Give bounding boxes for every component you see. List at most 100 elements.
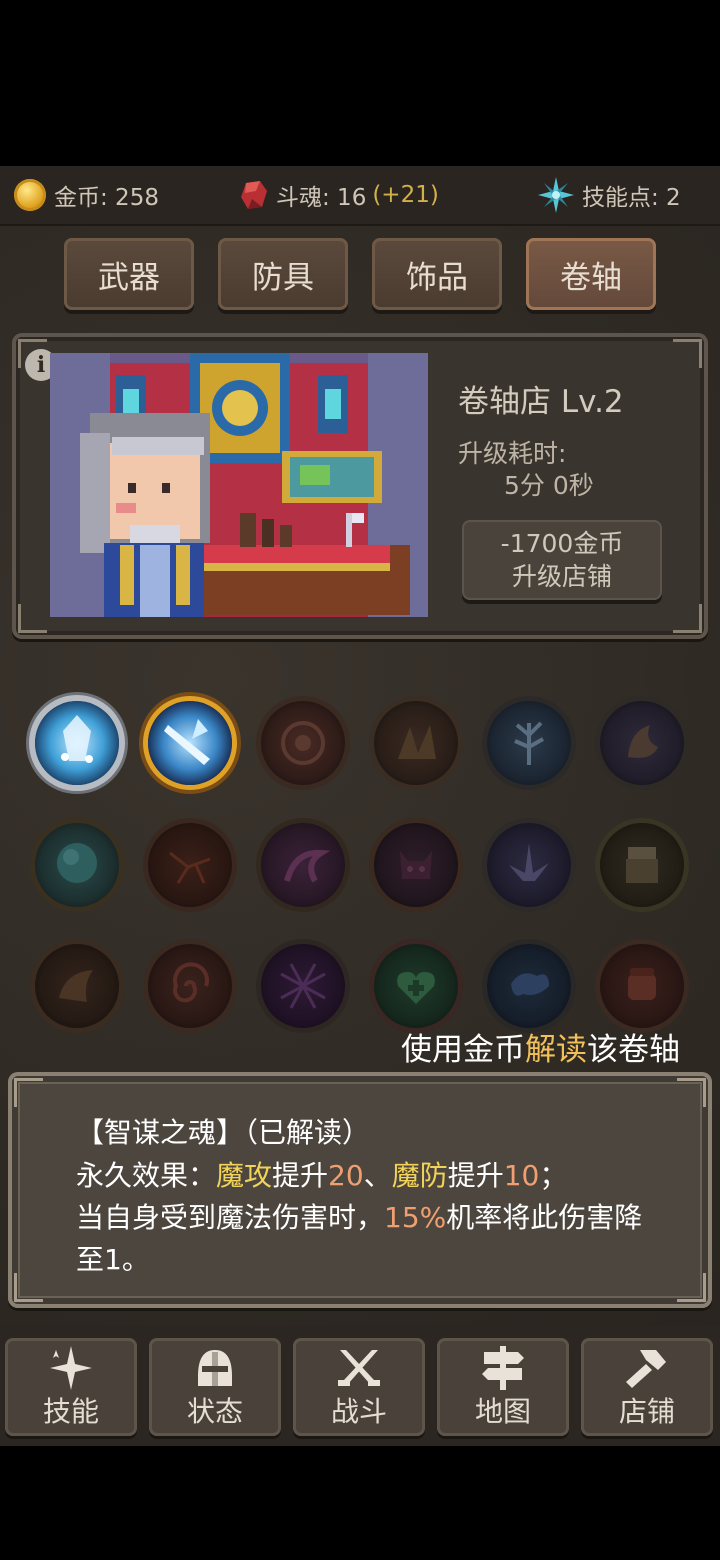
skill-swirl[interactable]	[148, 944, 232, 1028]
dragon-fire-icon	[628, 725, 658, 758]
horn-icon	[59, 970, 93, 1002]
skill-lightning-strike[interactable]	[148, 701, 232, 785]
raise-text: 提升	[447, 1159, 504, 1192]
hint-suffix: 该卷轴	[587, 1032, 680, 1068]
condition-text: 当自身受到魔法伤害时，	[76, 1201, 385, 1234]
shop-name: 卷轴店 Lv.2	[458, 384, 624, 420]
skill-storm[interactable]	[487, 944, 571, 1028]
skill-horn[interactable]	[35, 944, 119, 1028]
scroll-title: 【智谋之魂】（已解读）	[76, 1116, 371, 1149]
magic-attack-stat: 魔攻	[216, 1159, 273, 1192]
magic-attack-value: 20	[328, 1159, 364, 1192]
sparkle-icon	[50, 1346, 92, 1390]
soul-gem-icon	[241, 181, 267, 209]
skill-frost-tree[interactable]	[487, 701, 571, 785]
panel-corner	[673, 604, 702, 633]
effect-line-3: 至1。	[76, 1243, 150, 1276]
lightning-strike-icon	[164, 719, 210, 765]
crystal-burst-icon	[509, 843, 549, 881]
scroll-shop-keeper-image	[50, 353, 428, 617]
skillpoint-star-icon	[538, 177, 574, 213]
swirl-icon	[173, 962, 209, 1003]
soul-label: 斗魂: 16	[276, 185, 367, 211]
frost-tree-icon	[514, 721, 544, 765]
effect-label: 永久效果：	[76, 1159, 217, 1192]
upgrade-shop-button[interactable]: -1700金币 升级店铺	[462, 520, 662, 600]
upgrade-time-label: 升级耗时:	[458, 439, 567, 468]
gold-coin-icon	[14, 179, 46, 211]
skillpoint-counter: 技能点: 2	[538, 177, 681, 213]
skill-crystal-burst[interactable]	[487, 823, 571, 907]
web-net-icon	[280, 963, 326, 1009]
treasure-chest-icon	[626, 847, 658, 883]
raise-text: 提升	[272, 1159, 329, 1192]
skill-heart-cross[interactable]	[374, 944, 458, 1028]
skill-web-net[interactable]	[261, 944, 345, 1028]
upgrade-cost: -1700金币	[500, 529, 624, 558]
panel-corner	[677, 1078, 706, 1107]
crack-rune-icon	[169, 851, 211, 884]
panel-corner	[18, 604, 47, 633]
nav-shop[interactable]: 店铺	[581, 1338, 713, 1436]
upgrade-button-label: 升级店铺	[511, 562, 612, 591]
tab-weapon[interactable]: 武器	[64, 238, 194, 310]
nav-battle-label: 战斗	[330, 1395, 387, 1428]
magic-defense-stat: 魔防	[391, 1159, 448, 1192]
panel-corner	[677, 1273, 706, 1302]
nav-shop-label: 店铺	[618, 1395, 675, 1428]
panel-corner	[14, 1078, 43, 1107]
crossed-swords-icon	[338, 1350, 380, 1386]
panel-corner	[673, 339, 702, 368]
skill-demon-face[interactable]	[374, 823, 458, 907]
skillpoint-label: 技能点: 2	[582, 185, 681, 211]
ice-shard-icon	[61, 715, 93, 763]
hint-highlight: 解读	[525, 1032, 587, 1068]
nav-skills-label: 技能	[42, 1395, 99, 1428]
heart-cross-icon	[397, 972, 435, 1004]
separator: 、	[363, 1159, 392, 1192]
nav-battle[interactable]: 战斗	[293, 1338, 425, 1436]
water-orb-icon	[57, 843, 97, 883]
skill-water-orb[interactable]	[35, 823, 119, 907]
effect-line-1: 永久效果：魔攻提升20、魔防提升10；	[76, 1154, 567, 1194]
nav-skills[interactable]: 技能	[5, 1338, 137, 1436]
tab-accessory[interactable]: 饰品	[372, 238, 502, 310]
beast-claw-icon	[398, 725, 436, 759]
target-eye-icon	[281, 721, 325, 765]
skill-dragon-fire[interactable]	[600, 701, 684, 785]
skill-ice-shard[interactable]	[35, 701, 119, 785]
hammer-icon	[626, 1350, 666, 1388]
decode-hint: 使用金币解读该卷轴	[401, 1024, 680, 1069]
effect-text: 机率将此伤害降	[446, 1201, 643, 1234]
helmet-icon	[198, 1350, 232, 1386]
tentacle-icon	[284, 849, 331, 883]
nav-status-label: 状态	[186, 1395, 243, 1428]
gold-label: 金币: 258	[54, 185, 159, 211]
tab-armor[interactable]: 防具	[218, 238, 348, 310]
demon-face-icon	[400, 851, 432, 879]
panel-corner	[14, 1273, 43, 1302]
skill-target-eye[interactable]	[261, 701, 345, 785]
skill-beast-claw[interactable]	[374, 701, 458, 785]
resource-bar: 金币: 258 斗魂: 16 (+21) 技能点: 2	[0, 166, 720, 226]
game-screen: 金币: 258 斗魂: 16 (+21) 技能点: 2 武器 防具 饰品 卷轴	[0, 166, 720, 1446]
effect-line-2: 当自身受到魔法伤害时，15%机率将此伤害降	[76, 1196, 642, 1236]
skill-fist[interactable]	[600, 944, 684, 1028]
signpost-icon	[482, 1346, 524, 1390]
storm-icon	[511, 973, 549, 996]
tab-scroll[interactable]: 卷轴	[526, 238, 656, 310]
soul-counter: 斗魂: 16 (+21)	[240, 178, 439, 212]
line-end: ；	[539, 1159, 568, 1192]
skill-tentacle[interactable]	[261, 823, 345, 907]
magic-defense-value: 10	[503, 1159, 540, 1192]
soul-bonus: (+21)	[372, 182, 439, 208]
skill-treasure-chest[interactable]	[600, 823, 684, 907]
upgrade-time-value: 5分 0秒	[504, 471, 594, 500]
chance-value: 15%	[384, 1201, 447, 1234]
nav-map-label: 地图	[474, 1395, 531, 1428]
hint-prefix: 使用金币	[401, 1032, 525, 1068]
nav-map[interactable]: 地图	[437, 1338, 569, 1436]
fist-icon	[628, 968, 656, 1000]
nav-status[interactable]: 状态	[149, 1338, 281, 1436]
skill-crack-rune[interactable]	[148, 823, 232, 907]
